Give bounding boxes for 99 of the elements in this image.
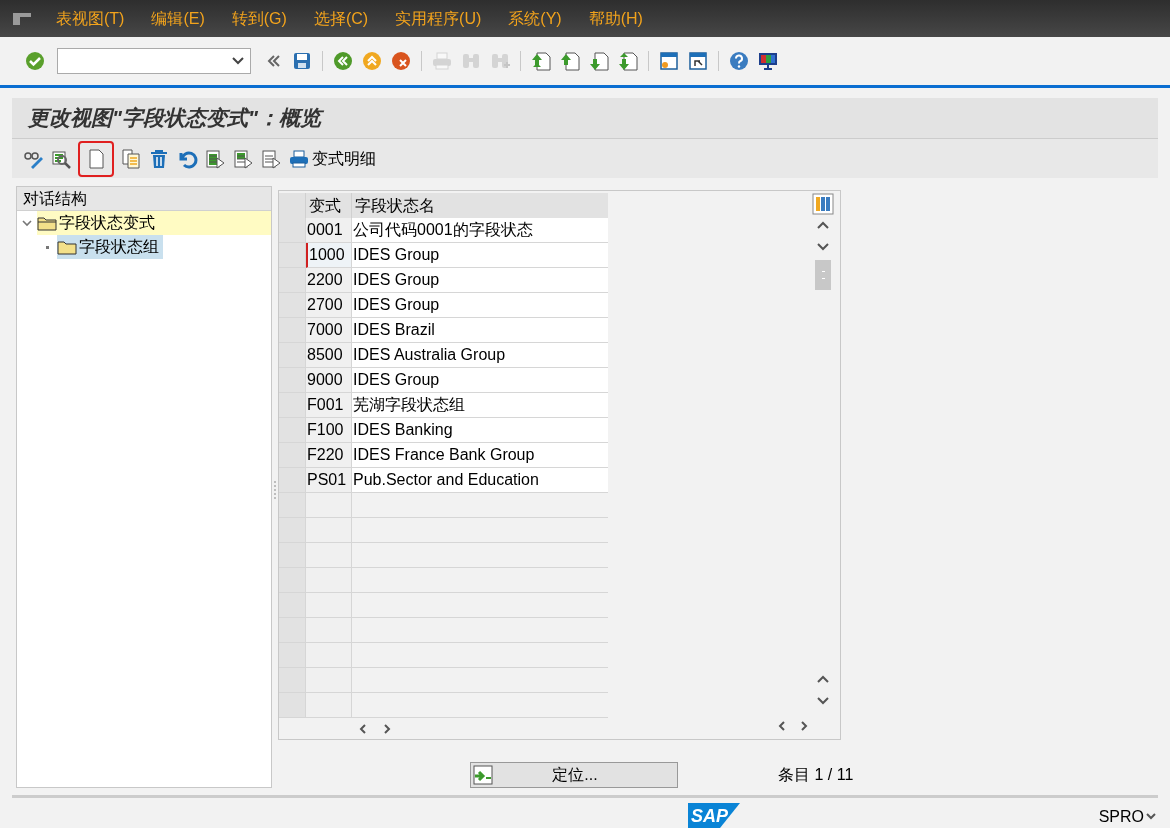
page-down-icon[interactable]	[588, 50, 610, 72]
row-selector[interactable]	[279, 368, 306, 393]
table-cell[interactable]: IDES Banking	[352, 418, 608, 443]
copy-icon[interactable]	[120, 147, 142, 170]
page-down-icon[interactable]	[617, 50, 639, 72]
table-cell[interactable]: 1000	[306, 243, 352, 268]
row-selector[interactable]	[279, 568, 306, 593]
detail-button[interactable]: 变式明细	[312, 146, 376, 171]
trash-icon[interactable]	[148, 147, 170, 170]
table-cell[interactable]: 7000	[306, 318, 352, 343]
row-selector[interactable]	[279, 493, 306, 518]
row-selector[interactable]	[279, 643, 306, 668]
menu-item[interactable]: 转到(G)	[231, 6, 287, 31]
row-selector[interactable]	[279, 343, 306, 368]
scroll-up-icon[interactable]	[817, 675, 829, 683]
scroll-down-icon[interactable]	[817, 697, 829, 705]
row-selector[interactable]	[279, 468, 306, 493]
command-field[interactable]	[57, 48, 251, 74]
cancel-icon[interactable]	[390, 50, 412, 72]
menu-item[interactable]: 选择(C)	[313, 6, 369, 31]
table-cell[interactable]: IDES Brazil	[352, 318, 608, 343]
table-cell[interactable]: IDES Group	[352, 368, 608, 393]
help-icon[interactable]	[728, 50, 750, 72]
row-selector[interactable]	[279, 668, 306, 693]
menu-item[interactable]: 表视图(T)	[56, 6, 125, 31]
menu-item[interactable]: 编辑(E)	[151, 6, 205, 31]
column-header[interactable]: 字段状态名	[352, 193, 608, 218]
sap-logo: SAP	[688, 803, 740, 828]
table-cell[interactable]: 8500	[306, 343, 352, 368]
exit-icon[interactable]	[361, 50, 383, 72]
row-selector[interactable]	[279, 443, 306, 468]
window-icon[interactable]	[658, 50, 680, 72]
select-all-cell[interactable]	[279, 193, 306, 218]
check-icon[interactable]	[24, 50, 46, 72]
position-button[interactable]: 定位...	[470, 762, 678, 788]
row-selector[interactable]	[279, 318, 306, 343]
row-selector[interactable]	[279, 243, 306, 268]
list-icon[interactable]	[260, 147, 282, 170]
table-cell[interactable]: F001	[306, 393, 352, 418]
row-selector[interactable]	[279, 293, 306, 318]
column-header[interactable]: 变式	[306, 193, 352, 218]
menu-item[interactable]: 实用程序(U)	[395, 6, 482, 31]
tree-item[interactable]: 字段状态变式	[37, 211, 271, 235]
table-cell[interactable]: 芜湖字段状态组	[352, 393, 608, 418]
row-selector[interactable]	[279, 268, 306, 293]
table-cell[interactable]: IDES France Bank Group	[352, 443, 608, 468]
table-cell[interactable]: 9000	[306, 368, 352, 393]
tree-header: 对话结构	[17, 187, 271, 211]
table-cell[interactable]: F100	[306, 418, 352, 443]
table-cell[interactable]: IDES Group	[352, 293, 608, 318]
bullet-icon	[45, 245, 49, 249]
row-selector[interactable]	[279, 593, 306, 618]
entry-count: 条目 1 / 11	[778, 765, 854, 785]
row-selector[interactable]	[279, 518, 306, 543]
table-cell[interactable]: IDES Group	[352, 268, 608, 293]
save-icon[interactable]	[291, 50, 313, 72]
row-selector[interactable]	[279, 393, 306, 418]
table-cell[interactable]: IDES Group	[352, 243, 608, 268]
table-cell[interactable]: F220	[306, 443, 352, 468]
table-cell[interactable]: PS01	[306, 468, 352, 493]
transaction-code: SPRO	[1098, 807, 1144, 827]
scrollbar-thumb[interactable]	[815, 260, 831, 290]
table-cell[interactable]: 0001	[306, 218, 352, 243]
splitter-handle-icon[interactable]	[274, 480, 276, 501]
table-cell[interactable]: 2200	[306, 268, 352, 293]
table-cell[interactable]: IDES Australia Group	[352, 343, 608, 368]
scroll-right-icon[interactable]	[800, 721, 808, 731]
menu-item[interactable]: 系统(Y)	[508, 6, 562, 31]
scroll-down-icon[interactable]	[817, 243, 829, 251]
folder-icon	[37, 215, 57, 231]
row-selector[interactable]	[279, 543, 306, 568]
chevron-icon[interactable]	[22, 219, 32, 227]
row-selector[interactable]	[279, 618, 306, 643]
scroll-left-icon[interactable]	[359, 724, 367, 734]
position-icon	[473, 765, 493, 785]
folder-icon	[57, 239, 77, 255]
table-cell[interactable]: 公司代码0001的字段状态	[352, 218, 608, 243]
scroll-up-icon[interactable]	[817, 221, 829, 229]
scroll-right-icon[interactable]	[383, 724, 391, 734]
printer-icon[interactable]	[288, 147, 310, 170]
monitor-icon[interactable]	[757, 50, 779, 72]
back-icon[interactable]	[332, 50, 354, 72]
menu-item[interactable]: 帮助(H)	[588, 6, 643, 31]
dropdown-icon[interactable]	[232, 57, 244, 65]
row-selector[interactable]	[279, 418, 306, 443]
row-selector[interactable]	[279, 693, 306, 718]
table-cell[interactable]: 2700	[306, 293, 352, 318]
page-up-icon[interactable]	[530, 50, 552, 72]
scroll-left-icon[interactable]	[778, 721, 786, 731]
column-settings-icon[interactable]	[812, 193, 834, 215]
select-list-icon[interactable]	[232, 147, 254, 170]
menu-icon[interactable]	[12, 11, 32, 26]
row-selector[interactable]	[279, 218, 306, 243]
select-list-icon[interactable]	[204, 147, 226, 170]
page-up-icon[interactable]	[559, 50, 581, 72]
dropdown-icon[interactable]	[1146, 813, 1156, 821]
tree-item[interactable]: 字段状态组	[57, 235, 163, 259]
shortcut-icon[interactable]	[687, 50, 709, 72]
table-cell[interactable]: Pub.Sector and Education	[352, 468, 608, 493]
